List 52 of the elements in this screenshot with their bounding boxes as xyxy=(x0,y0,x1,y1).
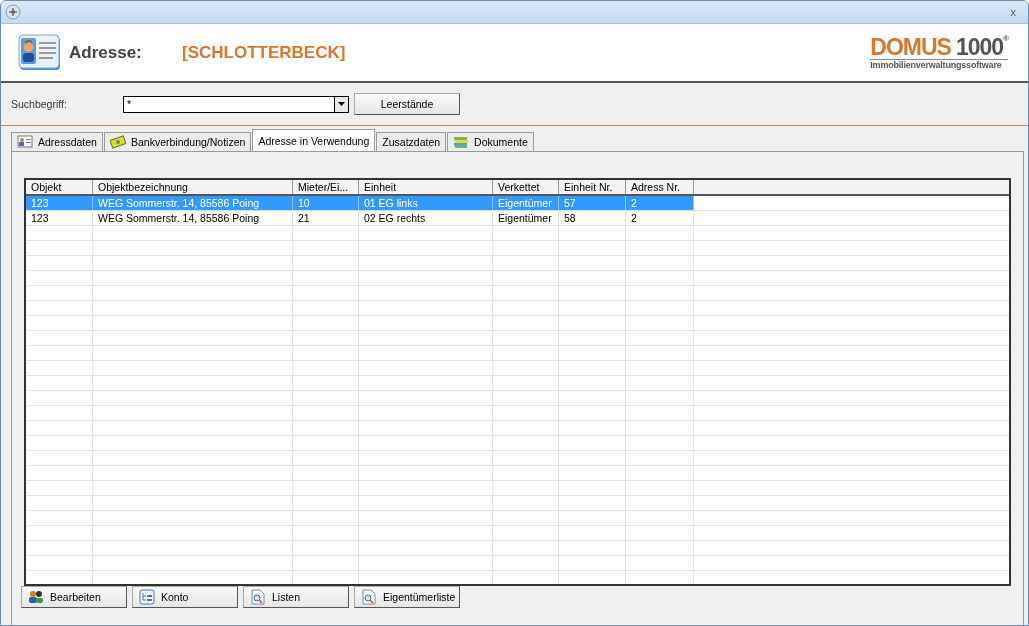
banknote-icon xyxy=(109,134,126,150)
document-search-icon xyxy=(250,589,266,605)
vacancies-button[interactable]: Leerstände xyxy=(354,93,460,115)
column-header[interactable]: Objektbezeichnung xyxy=(93,180,293,194)
tree-list-icon xyxy=(139,589,155,605)
dropdown-arrow-icon xyxy=(337,101,346,107)
column-header[interactable]: Objekt xyxy=(26,180,93,194)
table-cell: 2 xyxy=(626,211,694,225)
table-cell: 01 EG links xyxy=(359,196,493,210)
column-header[interactable]: Verkettet xyxy=(493,180,559,194)
close-button[interactable]: x xyxy=(1004,6,1022,18)
tab[interactable]: Bankverbindung/Notizen xyxy=(103,132,252,151)
table-cell: WEG Sommerstr. 14, 85586 Poing xyxy=(93,211,293,225)
document-search-icon xyxy=(361,589,377,605)
tab[interactable]: Adresse in Verwendung xyxy=(252,129,376,151)
table-row[interactable]: 123 WEG Sommerstr. 14, 85586 Poing 21 02 EG rechts Eigentümer 58 2 xyxy=(26,211,1009,226)
header-label: Adresse: xyxy=(69,42,143,63)
toolbar-button[interactable]: Bearbeiten xyxy=(21,586,127,608)
address-name: [SCHLOTTERBECK] xyxy=(182,42,346,63)
tab[interactable]: Dokumente xyxy=(447,132,534,151)
logo-tagline: Immobilienverwaltungssoftware xyxy=(870,60,1002,70)
logo-number: 1000 xyxy=(955,35,1004,59)
books-icon xyxy=(453,134,470,150)
column-header[interactable]: Mieter/Ei... xyxy=(293,180,359,194)
table-cell: 57 xyxy=(559,196,626,210)
table-cell: 123 xyxy=(26,211,93,225)
app-icon xyxy=(5,4,21,20)
registered-mark: ® xyxy=(1003,35,1008,43)
tab[interactable]: Adressdaten xyxy=(11,132,103,151)
logo-brand: DOMUS xyxy=(870,35,951,59)
table-cell: Eigentümer xyxy=(493,196,559,210)
table-cell: 10 xyxy=(293,196,359,210)
column-header[interactable]: Adress Nr. xyxy=(626,180,694,194)
table-cell: 123 xyxy=(26,196,93,210)
column-header[interactable]: Einheit Nr. xyxy=(559,180,626,194)
dropdown-button[interactable] xyxy=(334,95,349,113)
table-cell: Eigentümer xyxy=(493,211,559,225)
search-label: Suchbegriff: xyxy=(11,98,68,110)
column-header[interactable]: Einheit xyxy=(359,180,493,194)
people-icon xyxy=(28,589,44,605)
table-cell: 21 xyxy=(293,211,359,225)
tab[interactable]: Zusatzdaten xyxy=(376,132,447,151)
search-field[interactable]: * xyxy=(123,95,334,113)
toolbar-button[interactable]: Eigentümerliste xyxy=(354,586,460,608)
id-card-icon xyxy=(17,134,33,150)
table-cell: 2 xyxy=(626,196,694,210)
table-cell: 02 EG rechts xyxy=(359,211,493,225)
table-cell: 58 xyxy=(559,211,626,225)
toolbar-button[interactable]: Listen xyxy=(243,586,349,608)
toolbar-button[interactable]: Konto xyxy=(132,586,238,608)
address-card-icon xyxy=(17,33,61,72)
table-cell: WEG Sommerstr. 14, 85586 Poing xyxy=(93,196,293,210)
